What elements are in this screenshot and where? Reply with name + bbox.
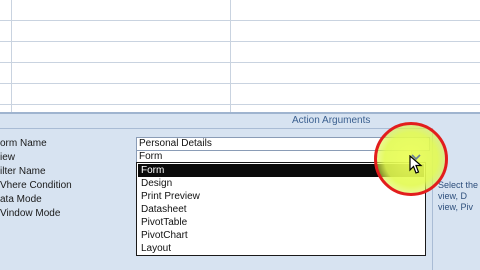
argument-label-window-mode: Vindow Mode (0, 208, 61, 219)
help-line: view, D (438, 191, 468, 201)
argument-label-view: iew (0, 152, 16, 163)
argument-label-form-name: orm Name (0, 138, 47, 149)
grid-line (0, 41, 480, 42)
help-line: view, Piv (438, 202, 474, 212)
help-text: Select the view, D view, Piv (438, 180, 478, 213)
grid-line (11, 0, 12, 112)
pane-title: Action Arguments (292, 115, 371, 126)
dropdown-option-print-preview[interactable]: Print Preview (138, 190, 424, 203)
dropdown-option-pivottable[interactable]: PivotTable (138, 216, 424, 229)
grid-line (0, 20, 480, 21)
datasheet-grid (0, 0, 480, 112)
dropdown-option-pivotchart[interactable]: PivotChart (138, 229, 424, 242)
argument-label-data-mode: ata Mode (0, 194, 42, 205)
grid-line (0, 62, 480, 63)
help-line: Select the (438, 180, 479, 190)
argument-label-filter-name: ilter Name (0, 166, 46, 177)
mouse-pointer-icon (409, 155, 423, 174)
grid-line (230, 0, 231, 112)
grid-line (0, 104, 480, 105)
dropdown-option-datasheet[interactable]: Datasheet (138, 203, 424, 216)
dropdown-option-layout[interactable]: Layout (138, 242, 424, 255)
grid-line (0, 83, 480, 84)
argument-label-where-condition: Vhere Condition (0, 180, 72, 191)
